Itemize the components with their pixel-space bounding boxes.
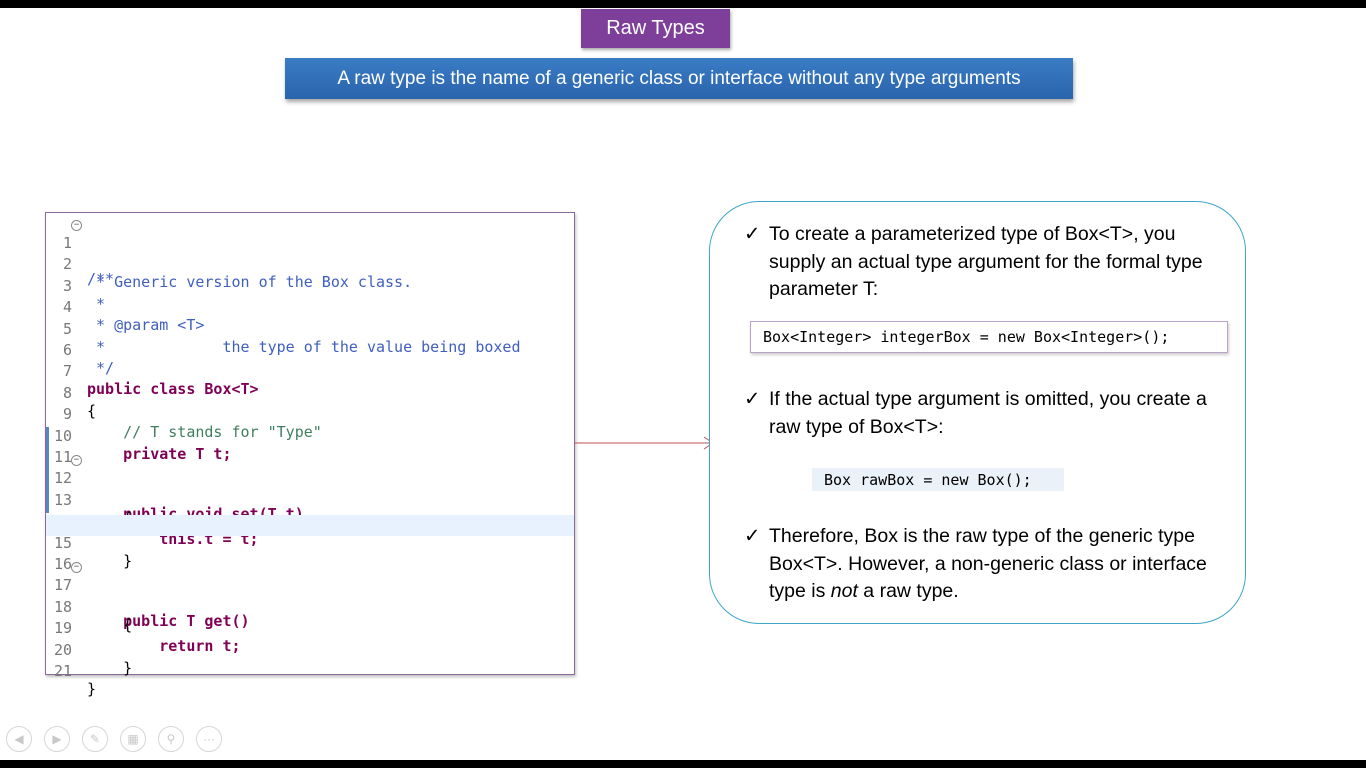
pen-icon: ✎ xyxy=(89,732,101,746)
code-line: 20 } xyxy=(46,622,574,677)
code-line: 1 − /** xyxy=(46,215,574,288)
prev-icon: ◀ xyxy=(14,732,24,746)
top-black-bar xyxy=(0,0,1366,8)
fold-icon: − xyxy=(71,220,82,231)
bullet-text-post: a raw type. xyxy=(857,580,959,602)
code-line: 10 private T t; xyxy=(46,408,574,463)
code-line: 4 * @param <T> xyxy=(46,279,574,334)
check-icon: ✓ xyxy=(744,388,761,410)
pen-button[interactable]: ✎ xyxy=(82,726,108,752)
code-line: 12 − public void set(T t) xyxy=(46,450,574,523)
code-line: 14 this.t = t; xyxy=(46,493,574,548)
see-all-slides-button[interactable]: ▦ xyxy=(120,726,146,752)
code-line: 7 public class Box<T> xyxy=(46,343,574,398)
code-editor-screenshot: 1 − /** 2 * Generic version of the Box c… xyxy=(45,212,575,698)
code-line-highlighted: 15 } xyxy=(46,514,574,570)
code-line: 5 * the type of the value being boxed xyxy=(46,301,574,356)
bullet-text-emphasis: not xyxy=(830,580,858,602)
code-snippet-parameterized: Box<Integer> integerBox = new Box<Intege… xyxy=(750,321,1228,353)
prev-slide-button[interactable]: ◀ xyxy=(6,726,32,752)
code-line: 8 { xyxy=(46,365,574,420)
code-line: 3 * xyxy=(46,258,574,313)
fold-icon: − xyxy=(71,562,82,574)
connector-arrow xyxy=(574,436,714,450)
code-line: 13 { xyxy=(46,472,574,527)
next-icon: ▶ xyxy=(52,732,62,746)
code-line: 21 } xyxy=(46,643,574,698)
bullet-text: To create a parameterized type of Box<T>… xyxy=(769,223,1203,300)
bullet-text: If the actual type argument is omitted, … xyxy=(769,388,1207,438)
zoom-icon: ⚲ xyxy=(166,732,176,746)
code-line: 11 xyxy=(46,429,574,466)
code-line: 9 // T stands for "Type" xyxy=(46,386,574,441)
check-icon: ✓ xyxy=(744,525,761,547)
bullet-text: Therefore, Box is the raw type of the ge… xyxy=(769,523,1209,606)
more-icon: ··· xyxy=(203,732,215,746)
line-number: 21 xyxy=(53,662,72,680)
more-options-button[interactable]: ··· xyxy=(196,726,222,752)
code-line: 6 */ xyxy=(46,322,574,377)
slides-icon: ▦ xyxy=(127,732,139,746)
snippet-text: Box<Integer> integerBox = new Box<Intege… xyxy=(763,328,1170,346)
code-line: 18 { xyxy=(46,579,574,634)
next-slide-button[interactable]: ▶ xyxy=(44,726,70,752)
slide-title: Raw Types xyxy=(581,9,730,48)
code-line: 16 xyxy=(46,536,574,573)
code-snippet-raw: Box rawBox = new Box(); xyxy=(812,468,1064,491)
snippet-text: Box rawBox = new Box(); xyxy=(824,470,1032,489)
check-icon: ✓ xyxy=(744,223,761,245)
code-line: 19 return t; xyxy=(46,600,574,655)
bottom-black-bar xyxy=(0,760,1366,768)
fold-icon: − xyxy=(71,455,82,467)
code-text: } xyxy=(87,680,97,698)
code-line: 17 − public T get() xyxy=(46,557,574,630)
slide-subtitle: A raw type is the name of a generic clas… xyxy=(285,58,1073,99)
code-line: 2 * Generic version of the Box class. xyxy=(46,236,574,291)
zoom-button[interactable]: ⚲ xyxy=(158,726,184,752)
